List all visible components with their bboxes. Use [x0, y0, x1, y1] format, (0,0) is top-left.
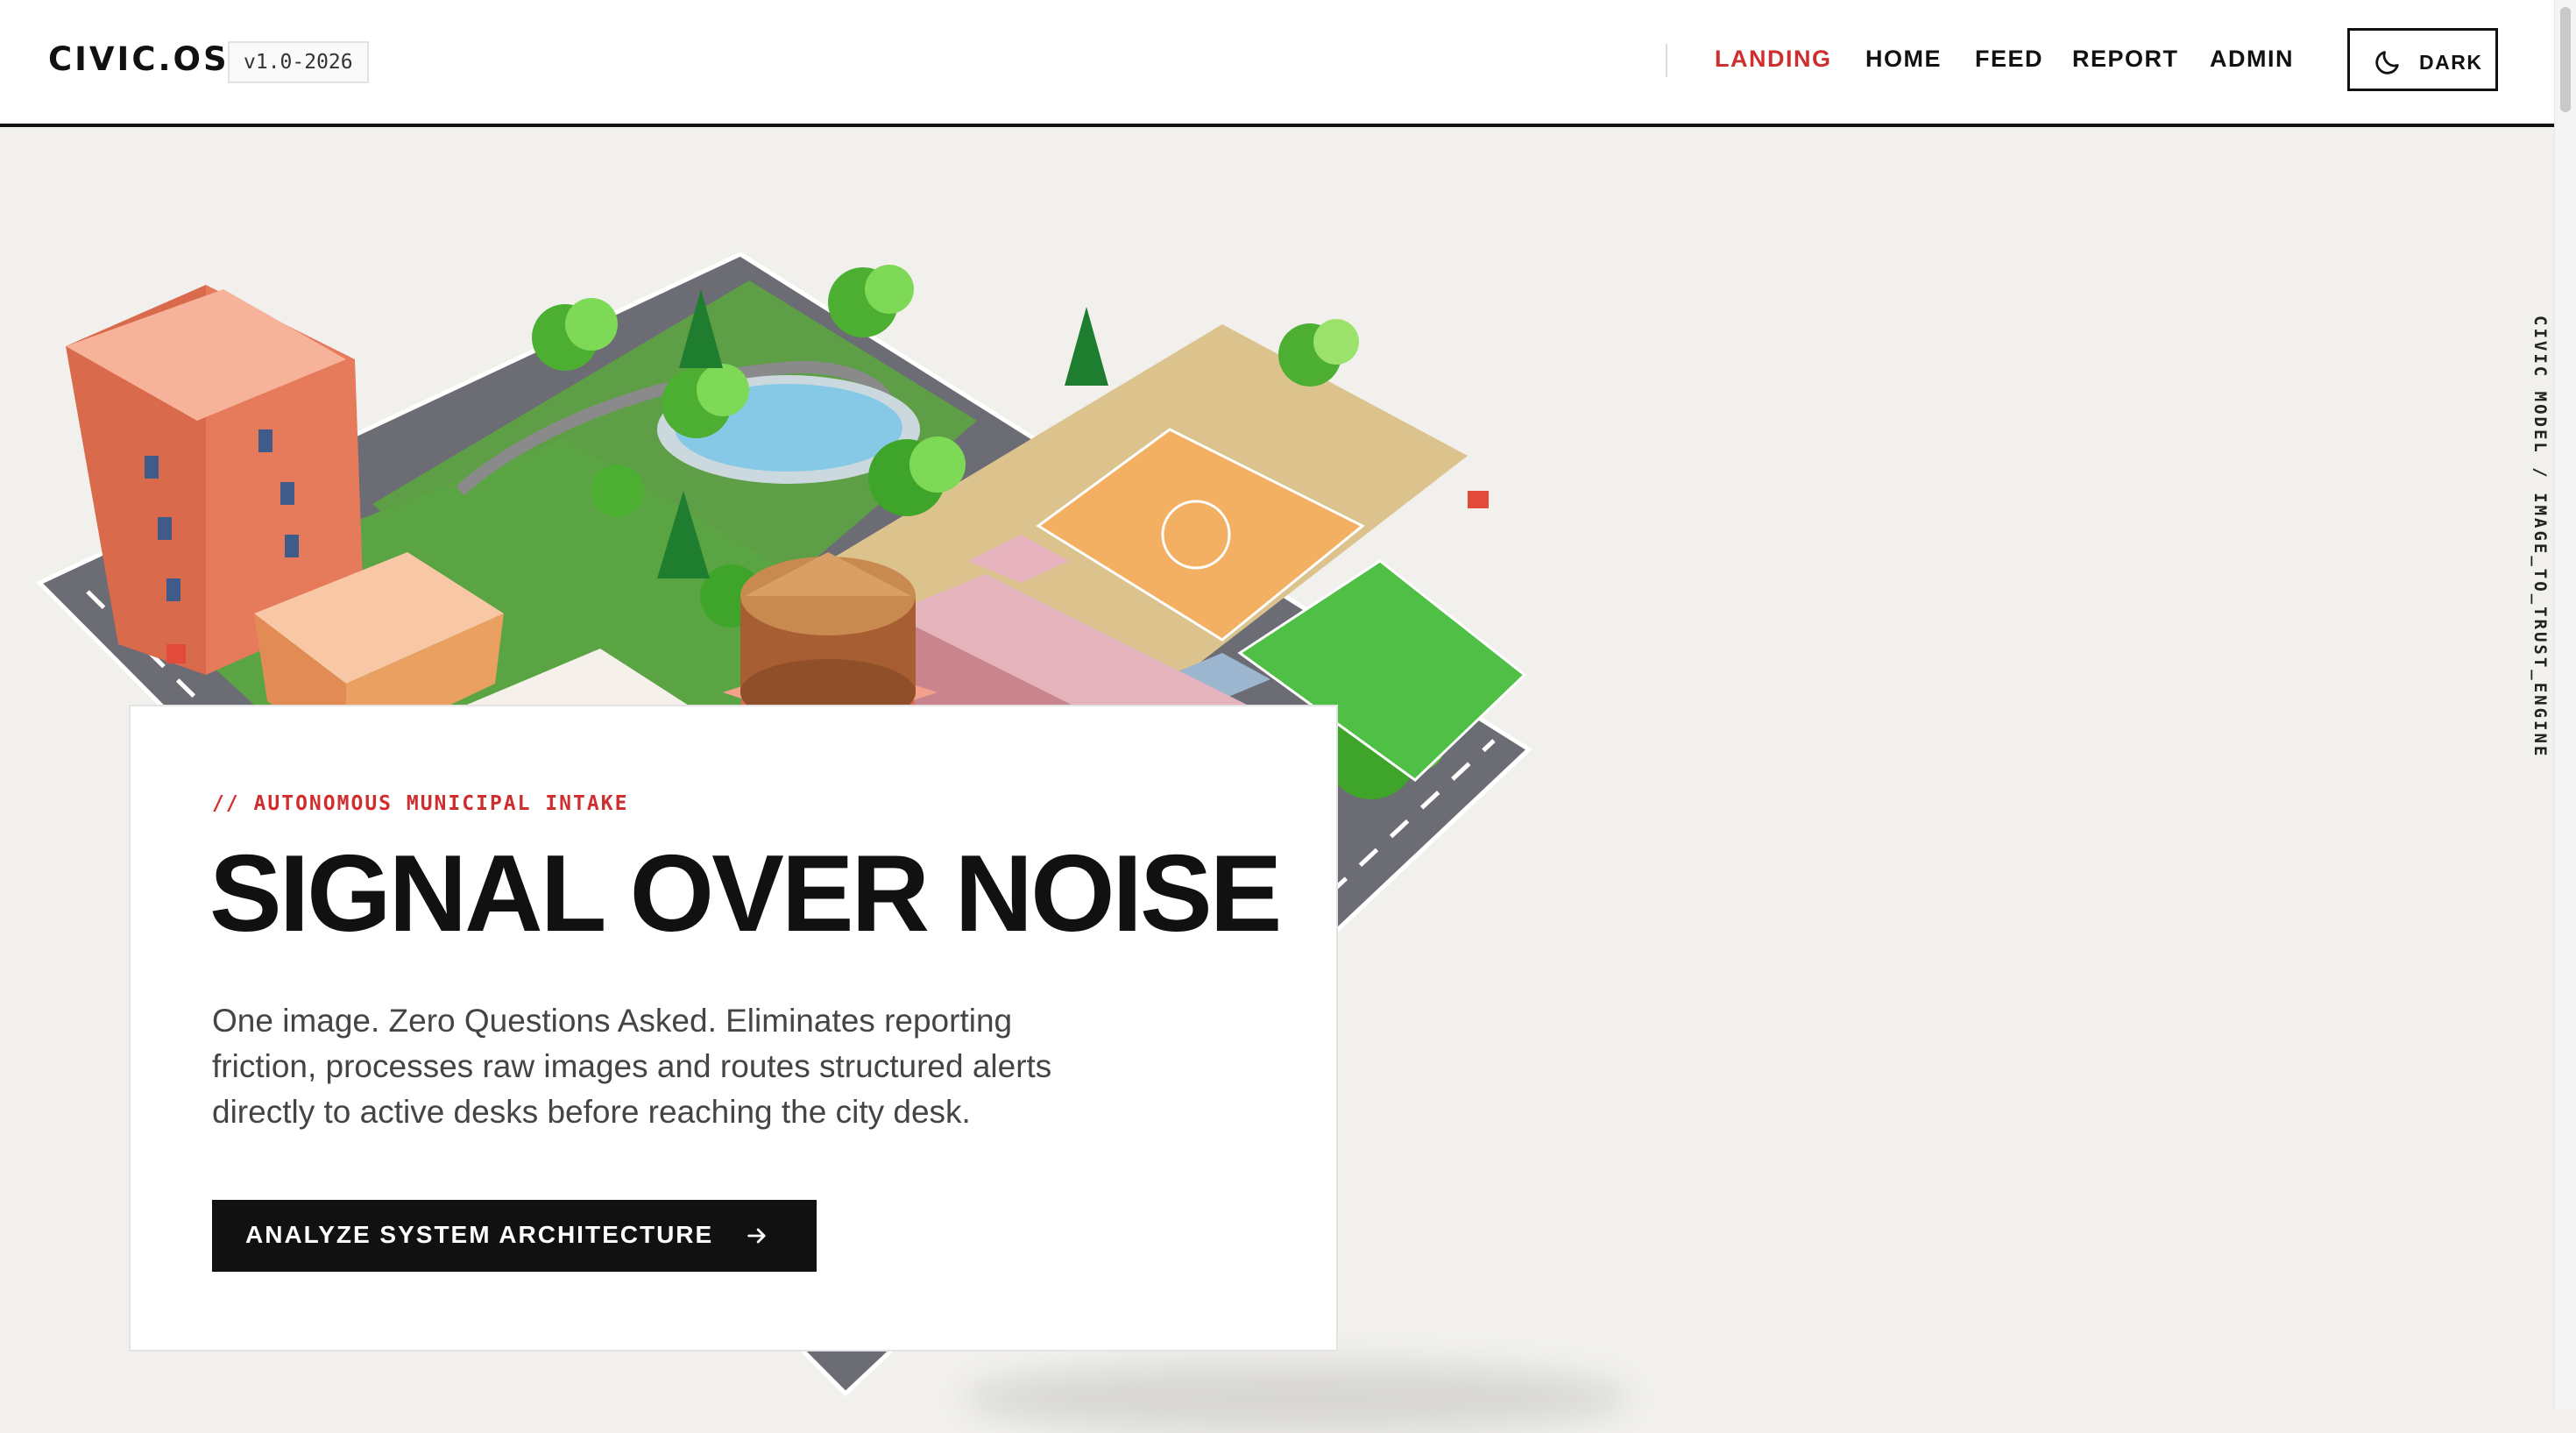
top-navigation-bar: CIVIC.OS v1.0-2026 LANDING HOME FEED REP…	[0, 0, 2555, 127]
nav-link-landing[interactable]: LANDING	[1715, 46, 1832, 73]
dark-mode-toggle-button[interactable]: DARK	[2347, 28, 2498, 91]
car	[1468, 491, 1489, 508]
car	[166, 644, 186, 663]
nav-link-home[interactable]: HOME	[1865, 46, 1942, 73]
model-side-label: CIVIC MODEL / IMAGE_TO_TRUST_ENGINE	[2530, 316, 2550, 759]
nav-divider	[1666, 44, 1667, 77]
nav-link-feed[interactable]: FEED	[1975, 46, 2043, 73]
arrow-right-icon	[747, 1228, 766, 1244]
page-scrollbar[interactable]	[2554, 0, 2576, 1409]
hero-description: One image. Zero Questions Asked. Elimina…	[212, 1003, 1052, 1130]
hero-card: // AUTONOMOUS MUNICIPAL INTAKE SIGNAL OV…	[129, 705, 1338, 1351]
analyze-system-architecture-button[interactable]: ANALYZE SYSTEM ARCHITECTURE	[212, 1200, 817, 1272]
brand-logo[interactable]: CIVIC.OS	[48, 40, 230, 78]
version-badge: v1.0-2026	[228, 41, 369, 83]
dark-mode-label: DARK	[2419, 51, 2483, 74]
cta-label: ANALYZE SYSTEM ARCHITECTURE	[245, 1221, 714, 1248]
nav-link-report[interactable]: REPORT	[2072, 46, 2179, 73]
hero-headline: SIGNAL OVER NOISE	[209, 834, 1282, 954]
nav-link-admin[interactable]: ADMIN	[2210, 46, 2294, 73]
ground-shadow	[964, 1363, 1630, 1433]
scrollbar-thumb[interactable]	[2560, 7, 2571, 112]
hero-eyebrow: // AUTONOMOUS MUNICIPAL INTAKE	[212, 792, 629, 815]
moon-icon	[2375, 51, 2399, 74]
